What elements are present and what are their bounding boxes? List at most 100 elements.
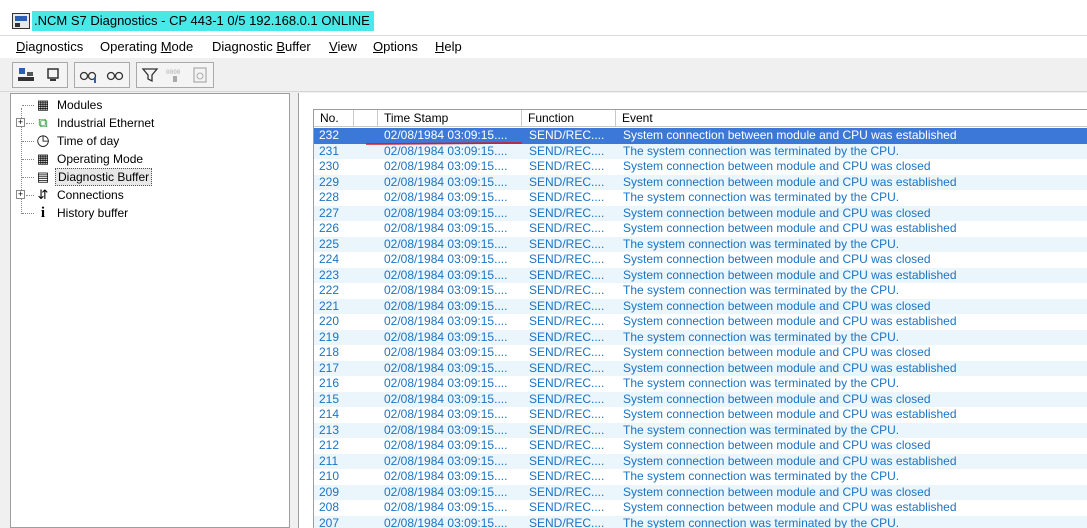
row-number: 232	[319, 128, 340, 142]
menu-operating-mode[interactable]: Operating Mode	[100, 39, 193, 55]
row-number: 219	[319, 329, 340, 344]
clock-icon: ◷	[36, 132, 50, 149]
tree-item-operating-mode[interactable]: ▦ Operating Mode	[11, 150, 289, 168]
table-row[interactable]: 215 02/08/1984 03:09:15.... SEND/REC.... Sy…	[314, 391, 1087, 407]
row-number: 221	[319, 298, 340, 313]
row-function: SEND/REC....	[529, 391, 605, 406]
tree-item-time-of-day[interactable]: ◷ Time of day	[11, 132, 289, 150]
menu-options[interactable]: Options	[373, 39, 418, 55]
tree-item-modules[interactable]: ▦ Modules	[11, 96, 289, 114]
menu-view[interactable]: View	[329, 39, 357, 55]
toolbar: 0000	[0, 58, 1087, 92]
row-number: 230	[319, 159, 340, 173]
row-event: System connection between module and CPU…	[623, 314, 957, 328]
buffer-icon: ▤	[36, 169, 50, 184]
counter-icon[interactable]: 0000	[165, 65, 185, 85]
tree-item-label: Operating Mode	[57, 152, 144, 166]
connections-icon: ⇵	[37, 187, 49, 202]
tree-item-diagnostic-buffer[interactable]: ▤ Diagnostic Buffer	[11, 168, 289, 186]
table-row[interactable]: 216 02/08/1984 03:09:15.... SEND/REC.... Th…	[314, 376, 1087, 392]
table-row[interactable]: 231 02/08/1984 03:09:15.... SEND/REC.... Th…	[314, 143, 1087, 159]
row-number: 224	[319, 252, 340, 266]
table-row[interactable]: 208 02/08/1984 03:09:15.... SEND/REC.... Sy…	[314, 500, 1087, 516]
row-function: SEND/REC....	[529, 329, 605, 344]
row-event: System connection between module and CPU…	[623, 298, 931, 313]
row-event: System connection between module and CPU…	[623, 174, 957, 189]
row-event: System connection between module and CPU…	[623, 128, 957, 142]
table-row[interactable]: 213 02/08/1984 03:09:15.... SEND/REC.... Th…	[314, 422, 1087, 438]
column-header-event[interactable]: Event	[616, 110, 1087, 127]
expand-icon[interactable]: +	[16, 118, 25, 127]
table-row[interactable]: 223 02/08/1984 03:09:15.... SEND/REC.... Sy…	[314, 267, 1087, 283]
table-row[interactable]: 221 02/08/1984 03:09:15.... SEND/REC.... Sy…	[314, 298, 1087, 314]
table-row[interactable]: 225 02/08/1984 03:09:15.... SEND/REC.... Th…	[314, 236, 1087, 252]
tree-item-label: Time of day	[57, 134, 120, 148]
menu-help[interactable]: Help	[435, 39, 462, 55]
table-row[interactable]: 217 02/08/1984 03:09:15.... SEND/REC.... Sy…	[314, 360, 1087, 376]
pane-splitter[interactable]	[290, 93, 298, 528]
row-function: SEND/REC....	[529, 345, 605, 359]
glasses-refresh-icon[interactable]	[105, 65, 125, 85]
tree-item-label: History buffer	[57, 206, 129, 220]
column-header-no[interactable]: No.	[314, 110, 354, 127]
row-number: 209	[319, 484, 340, 499]
table-row[interactable]: 212 02/08/1984 03:09:15.... SEND/REC.... Sy…	[314, 438, 1087, 454]
toolbar-group-3: 0000	[136, 62, 214, 88]
filter-icon[interactable]	[140, 65, 160, 85]
column-header-spacer[interactable]	[354, 110, 378, 127]
menu-diagnostics[interactable]: Diagnostics	[16, 39, 83, 55]
column-header-function[interactable]: Function	[522, 110, 616, 127]
table-row[interactable]: 224 02/08/1984 03:09:15.... SEND/REC.... Sy…	[314, 252, 1087, 268]
table-row[interactable]: 209 02/08/1984 03:09:15.... SEND/REC.... Sy…	[314, 484, 1087, 500]
diagnostic-buffer-table: No. Time Stamp Function Event 232 02/08/1…	[313, 109, 1087, 528]
row-number: 208	[319, 500, 340, 514]
table-row[interactable]: 207 02/08/1984 03:09:15.... SEND/REC.... Th…	[314, 515, 1087, 528]
timer-icon[interactable]	[190, 65, 210, 85]
navigation-tree: ▦ Modules + ⧉ Industrial Ethernet ◷ Time…	[10, 93, 290, 528]
table-row[interactable]: 214 02/08/1984 03:09:15.... SEND/REC.... Sy…	[314, 407, 1087, 423]
monitor-icon[interactable]	[43, 65, 63, 85]
row-timestamp: 02/08/1984 03:09:15....	[384, 221, 508, 235]
row-function: SEND/REC....	[529, 360, 605, 375]
row-event: The system connection was terminated by …	[623, 143, 900, 158]
table-row[interactable]: 210 02/08/1984 03:09:15.... SEND/REC.... Th…	[314, 469, 1087, 485]
table-row[interactable]: 228 02/08/1984 03:09:15.... SEND/REC.... Th…	[314, 190, 1087, 206]
row-timestamp: 02/08/1984 03:09:15....	[384, 453, 508, 468]
row-function: SEND/REC....	[529, 205, 605, 220]
row-timestamp: 02/08/1984 03:09:15....	[384, 174, 508, 189]
row-function: SEND/REC....	[529, 143, 605, 158]
row-timestamp: 02/08/1984 03:09:15....	[384, 128, 508, 142]
tree-item-history-buffer[interactable]: i History buffer	[11, 204, 289, 222]
row-function: SEND/REC....	[529, 221, 605, 235]
row-event: System connection between module and CPU…	[623, 221, 957, 235]
row-number: 226	[319, 221, 340, 235]
glasses-icon[interactable]	[78, 65, 98, 85]
row-timestamp: 02/08/1984 03:09:15....	[384, 298, 508, 313]
row-number: 225	[319, 236, 340, 251]
table-row[interactable]: 227 02/08/1984 03:09:15.... SEND/REC.... Sy…	[314, 205, 1087, 221]
table-row[interactable]: 226 02/08/1984 03:09:15.... SEND/REC.... Sy…	[314, 221, 1087, 237]
row-event: System connection between module and CPU…	[623, 484, 931, 499]
row-event: System connection between module and CPU…	[623, 407, 957, 421]
menu-diagnostic-buffer[interactable]: Diagnostic Buffer	[212, 39, 311, 55]
row-timestamp: 02/08/1984 03:09:15....	[384, 391, 508, 406]
tree-item-industrial-ethernet[interactable]: + ⧉ Industrial Ethernet	[11, 114, 289, 132]
table-row[interactable]: 222 02/08/1984 03:09:15.... SEND/REC.... Th…	[314, 283, 1087, 299]
row-event: System connection between module and CPU…	[623, 252, 931, 266]
connect-icon[interactable]	[16, 65, 36, 85]
expand-icon[interactable]: +	[16, 190, 25, 199]
table-row[interactable]: 219 02/08/1984 03:09:15.... SEND/REC.... Th…	[314, 329, 1087, 345]
column-header-time-stamp[interactable]: Time Stamp	[378, 110, 522, 127]
row-function: SEND/REC....	[529, 314, 605, 328]
table-header: No. Time Stamp Function Event	[314, 110, 1087, 127]
table-row[interactable]: 211 02/08/1984 03:09:15.... SEND/REC.... Sy…	[314, 453, 1087, 469]
tree-item-connections[interactable]: + ⇵ Connections	[11, 186, 289, 204]
table-row[interactable]: 218 02/08/1984 03:09:15.... SEND/REC.... Sy…	[314, 345, 1087, 361]
row-number: 227	[319, 205, 340, 220]
title-bar: .NCM S7 Diagnostics - CP 443-1 0/5 192.1…	[0, 0, 1087, 36]
table-row[interactable]: 220 02/08/1984 03:09:15.... SEND/REC.... Sy…	[314, 314, 1087, 330]
table-row[interactable]: 229 02/08/1984 03:09:15.... SEND/REC.... Sy…	[314, 174, 1087, 190]
row-function: SEND/REC....	[529, 128, 605, 142]
table-row[interactable]: 230 02/08/1984 03:09:15.... SEND/REC.... Sy…	[314, 159, 1087, 175]
row-event: System connection between module and CPU…	[623, 360, 957, 375]
